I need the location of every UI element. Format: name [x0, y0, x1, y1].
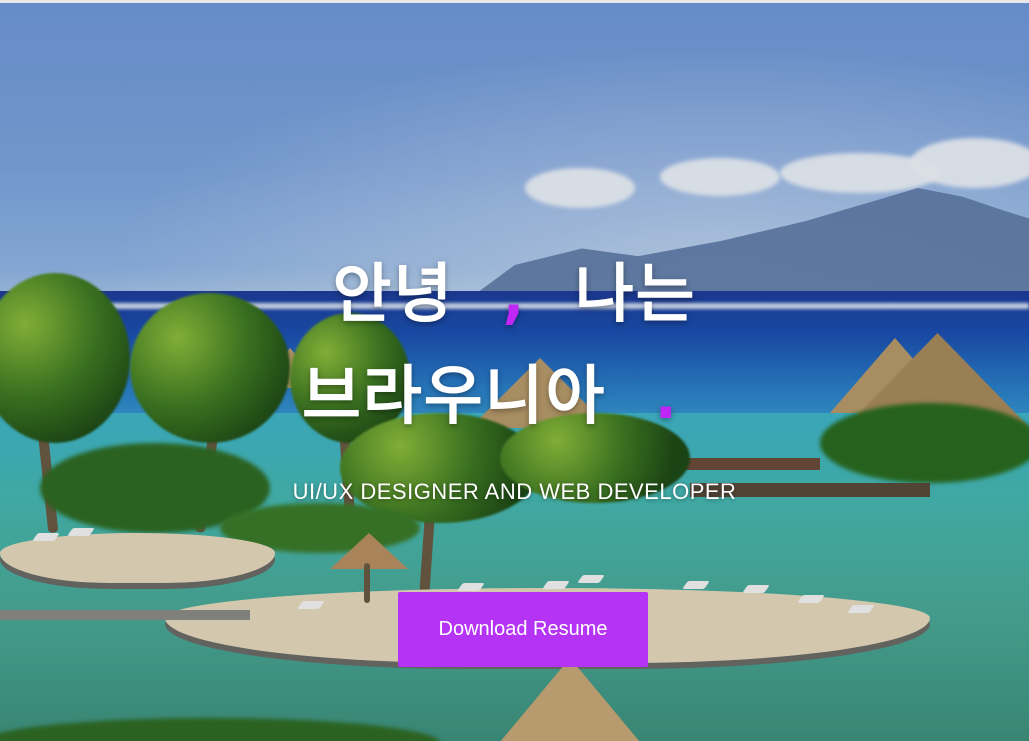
- hero-content: 안녕, 나는 브라우니아. UI/UX DESIGNER AND WEB DEVE…: [0, 3, 1029, 741]
- headline-greeting: 안녕, 나는: [0, 243, 1029, 335]
- download-resume-button[interactable]: Download Resume: [398, 592, 648, 667]
- headline-name-line: 브라우니아.: [0, 345, 1029, 437]
- headline-name: 브라우니아: [302, 360, 607, 434]
- hero-subtitle: UI/UX DESIGNER AND WEB DEVELOPER: [292, 479, 737, 504]
- hero-section: 안녕, 나는 브라우니아. UI/UX DESIGNER AND WEB DEVE…: [0, 0, 1029, 741]
- headline-i-am: 나는: [574, 258, 697, 332]
- headline-period-accent: .: [646, 360, 687, 434]
- headline-comma-accent: ,: [494, 258, 535, 332]
- headline-hello: 안녕: [332, 258, 455, 332]
